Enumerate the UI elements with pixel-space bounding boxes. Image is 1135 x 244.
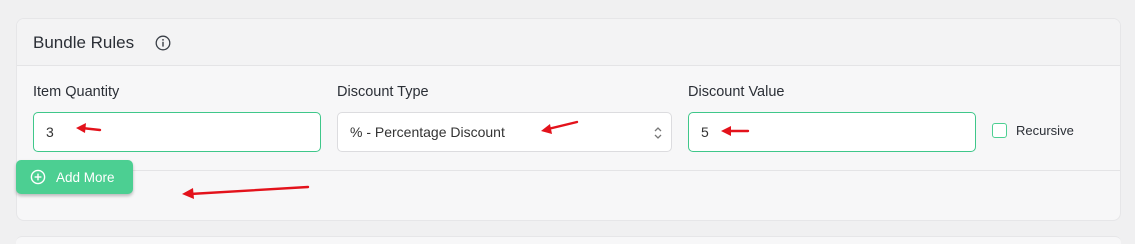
- discount-value-input[interactable]: 5: [688, 112, 976, 152]
- item-quantity-label: Item Quantity: [33, 84, 120, 100]
- info-circle-icon[interactable]: [155, 35, 171, 51]
- item-quantity-input[interactable]: 3: [33, 112, 321, 152]
- item-quantity-value: 3: [46, 124, 54, 140]
- discount-type-label: Discount Type: [337, 84, 429, 100]
- rule-row: Item Quantity 3 Discount Type % - Percen…: [17, 66, 1120, 171]
- discount-type-value: % - Percentage Discount: [350, 124, 505, 140]
- add-more-button[interactable]: Add More: [16, 160, 133, 194]
- discount-type-select[interactable]: % - Percentage Discount: [337, 112, 672, 152]
- panel-title: Bundle Rules: [33, 33, 135, 52]
- recursive-checkbox[interactable]: [992, 123, 1007, 138]
- discount-value-value: 5: [701, 124, 709, 140]
- panel-header: Bundle Rules: [17, 19, 1120, 66]
- discount-value-label: Discount Value: [688, 84, 785, 100]
- recursive-label[interactable]: Recursive: [1016, 123, 1074, 138]
- bundle-rules-panel: Bundle Rules Item Quantity 3 Discount Ty…: [16, 18, 1121, 221]
- select-updown-icon: [653, 125, 663, 141]
- add-more-label: Add More: [56, 169, 115, 185]
- plus-circle-icon: [30, 169, 46, 185]
